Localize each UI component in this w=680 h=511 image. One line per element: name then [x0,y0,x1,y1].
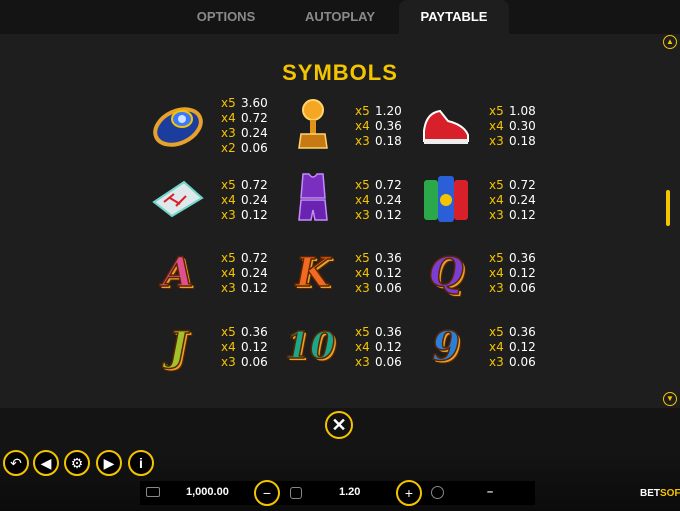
wallet-icon [146,487,160,497]
back-arrow-icon: ↶ [10,455,22,471]
letter-j-icon: J [150,318,206,374]
paytable-entry-ring: x5 3.60 x4 0.72 x3 0.24 x2 0.06 [221,96,268,155]
chips-icon [290,487,302,499]
award-icon [431,486,444,499]
triangle-left-icon: ◀ [40,455,52,471]
logo-accent: SOFT [660,488,680,499]
plus-icon: + [404,485,414,501]
letter-j-glyph: J [168,322,188,371]
scroll-down-button[interactable]: ▼ [663,392,677,406]
letter-q-glyph: Q [428,248,464,297]
paytable-entry-sneakers: x5 1.08 x4 0.30 x3 0.18 [489,104,536,148]
betsoft-logo: BETSOFT [640,488,680,499]
letter-a-glyph: A [162,248,195,297]
info-button[interactable]: i [128,450,154,476]
number-10-icon: 10 [282,318,338,374]
tab-options[interactable]: OPTIONS [171,0,281,34]
balance-value: 1,000.00 [186,486,229,498]
bet-value: 1.20 [339,486,361,498]
letter-k-glyph: K [295,248,331,297]
win-value: – [487,486,494,498]
championship-ring-icon [150,96,206,152]
settings-button[interactable]: ⚙ [64,450,90,476]
paytable-entry-k: x5 0.36 x4 0.12 x3 0.06 [355,251,402,295]
logo-main: BET [640,488,660,499]
paytable-entry-drinks: x5 0.72 x4 0.24 x3 0.12 [489,178,536,222]
play-cycle-icon: ▶ [103,455,115,471]
close-button[interactable]: ✕ [325,411,353,439]
playbook-clipboard-icon [150,170,206,226]
previous-button[interactable]: ◀ [33,450,59,476]
jersey-icon [285,170,341,226]
gear-icon: ⚙ [70,455,84,471]
paytable-entry-jersey: x5 0.72 x4 0.24 x3 0.12 [355,178,402,222]
paytable-entry-10: x5 0.36 x4 0.12 x3 0.06 [355,325,402,369]
autoplay-button[interactable]: ▶ [96,450,122,476]
paytable-entry-j: x5 0.36 x4 0.12 x3 0.06 [221,325,268,369]
paytable-entry-a: x5 0.72 x4 0.24 x3 0.12 [221,251,268,295]
letter-a-icon: A [150,244,206,300]
home-button[interactable]: ↶ [3,450,29,476]
paytable-entry-trophy: x5 1.20 x4 0.36 x3 0.18 [355,104,402,148]
scroll-up-button[interactable]: ▲ [663,35,677,49]
trophy-icon [285,96,341,152]
info-icon: i [139,455,143,471]
section-title: SYMBOLS [282,60,398,85]
decrease-bet-button[interactable]: − [254,480,280,506]
number-9-icon: 9 [418,318,474,374]
scrollbar-thumb[interactable] [666,190,670,226]
increase-bet-button[interactable]: + [396,480,422,506]
minus-icon: − [262,485,272,501]
number-9-glyph: 9 [431,322,460,371]
tab-paytable[interactable]: PAYTABLE [399,0,509,34]
paytable-entry-clipboard: x5 0.72 x4 0.24 x3 0.12 [221,178,268,222]
letter-q-icon: Q [418,244,474,300]
paytable-entry-9: x5 0.36 x4 0.12 x3 0.06 [489,325,536,369]
tab-autoplay[interactable]: AUTOPLAY [285,0,395,34]
letter-k-icon: K [285,244,341,300]
tab-bar: OPTIONS AUTOPLAY PAYTABLE [0,0,680,34]
paytable-entry-q: x5 0.36 x4 0.12 x3 0.06 [489,251,536,295]
sports-drinks-icon [418,170,474,226]
sneakers-icon [418,96,474,152]
number-10-glyph: 10 [284,324,336,368]
